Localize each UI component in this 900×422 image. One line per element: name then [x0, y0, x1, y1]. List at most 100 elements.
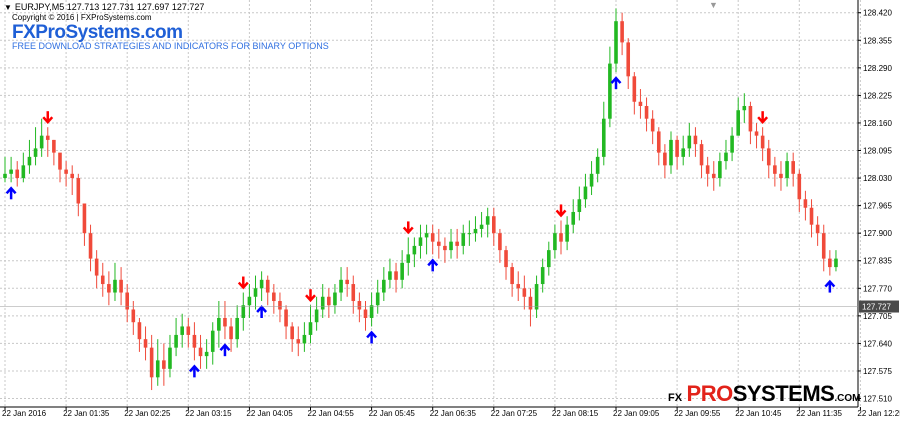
candle-body	[308, 322, 313, 335]
y-tick-label: 128.095	[863, 147, 892, 156]
candle-body	[9, 169, 13, 174]
y-tick-label: 128.290	[863, 64, 892, 73]
candle-body	[748, 105, 753, 132]
candle-body	[137, 322, 142, 340]
candle-body	[565, 224, 569, 242]
candle-body	[626, 42, 631, 77]
candle-body	[406, 254, 411, 263]
candle-body	[229, 326, 233, 340]
candle-body	[284, 309, 288, 327]
x-axis-ticks: 22 Jan 2016 22 Jan 01:35 22 Jan 02:25 22 Ja…	[2, 407, 900, 418]
candle-body	[333, 292, 337, 306]
candle-body	[327, 296, 331, 306]
x-tick-label: 22 Jan 05:45	[369, 409, 416, 418]
candle-body	[479, 224, 484, 229]
candle-body	[705, 165, 710, 174]
y-tick-label: 127.965	[863, 202, 892, 211]
candle-body	[754, 131, 759, 136]
candle-body	[107, 284, 111, 293]
candle-body	[382, 279, 386, 293]
candle-body	[64, 169, 68, 174]
candle-body	[217, 317, 221, 331]
candle-body	[388, 271, 392, 280]
candle-body	[174, 334, 178, 348]
candle-body	[461, 233, 466, 246]
candle-body	[3, 173, 7, 179]
y-tick-label: 128.355	[863, 36, 892, 45]
candle-body	[663, 152, 667, 166]
candle-body	[681, 148, 686, 157]
candle-body	[363, 309, 368, 318]
candle-body	[302, 334, 307, 344]
candle-body	[644, 105, 649, 119]
candle-body	[449, 241, 453, 251]
copyright-text: Copyright © 2016 | FXProSystems.com	[12, 13, 152, 22]
candle-body	[33, 148, 38, 157]
candle-body	[168, 347, 172, 369]
watermark-pro: PRO	[686, 381, 734, 406]
candle-body	[760, 135, 765, 149]
candle-body	[687, 135, 692, 149]
candle-body	[540, 267, 545, 285]
candle-body	[113, 279, 117, 293]
x-tick-label: 22 Jan 03:15	[185, 409, 232, 418]
candle-body	[693, 135, 698, 145]
candle-body	[577, 199, 582, 212]
candle-body	[180, 326, 184, 335]
collapse-triangle-icon[interactable]: ▼	[4, 3, 12, 12]
candle-body	[443, 245, 447, 251]
candle-body	[235, 317, 239, 340]
candle-body	[699, 144, 704, 166]
price-chart[interactable]: 128.420 128.355 128.290 128.225 128.160 128.0…	[0, 0, 900, 422]
candle-body	[467, 233, 472, 235]
candle-body	[357, 301, 362, 310]
candle-body	[534, 284, 539, 310]
candle-body	[272, 292, 276, 302]
candle-body	[259, 279, 264, 289]
candle-body	[669, 139, 673, 166]
candle-body	[247, 296, 252, 306]
candle-body	[718, 161, 722, 179]
candle-body	[241, 305, 246, 318]
y-axis-ticks: 128.420 128.355 128.290 128.225 128.160 128.0…	[858, 9, 892, 404]
x-tick-label: 22 Jan 01:35	[63, 409, 110, 418]
y-tick-label: 127.900	[863, 229, 892, 238]
candle-body	[52, 139, 56, 153]
candle-body	[620, 21, 624, 43]
candle-body	[265, 279, 270, 293]
candle-body	[791, 161, 795, 174]
candle-body	[155, 360, 160, 378]
candle-body	[504, 250, 508, 268]
shift-marker-icon[interactable]: ▼	[709, 0, 718, 10]
candle-body	[742, 105, 747, 111]
candle-body	[553, 233, 557, 251]
candle-body	[522, 288, 527, 297]
candle-body	[100, 275, 105, 285]
candle-body	[485, 216, 490, 225]
candle-body	[210, 330, 215, 352]
candle-body	[186, 326, 191, 335]
candle-body	[815, 224, 820, 234]
candle-body	[418, 237, 423, 246]
candle-body	[571, 211, 576, 225]
candle-body	[290, 326, 294, 340]
candle-body	[797, 173, 802, 200]
candle-body	[192, 334, 197, 348]
candle-body	[809, 207, 814, 225]
candle-body	[492, 216, 496, 234]
candle-body	[345, 279, 349, 285]
candle-body	[803, 199, 808, 208]
candle-body	[76, 178, 81, 204]
candle-body	[430, 233, 435, 242]
candle-body	[601, 118, 606, 157]
candle-body	[88, 233, 93, 259]
candle-body	[779, 173, 783, 179]
candle-body	[394, 271, 398, 280]
x-tick-label: 22 Jan 02:25	[124, 409, 171, 418]
candle-body	[583, 186, 588, 200]
candle-body	[119, 279, 123, 293]
candle-body	[375, 292, 380, 306]
candle-body	[730, 135, 734, 153]
x-tick-label: 22 Jan 04:55	[308, 409, 355, 418]
x-tick-label: 22 Jan 10:45	[735, 409, 782, 418]
